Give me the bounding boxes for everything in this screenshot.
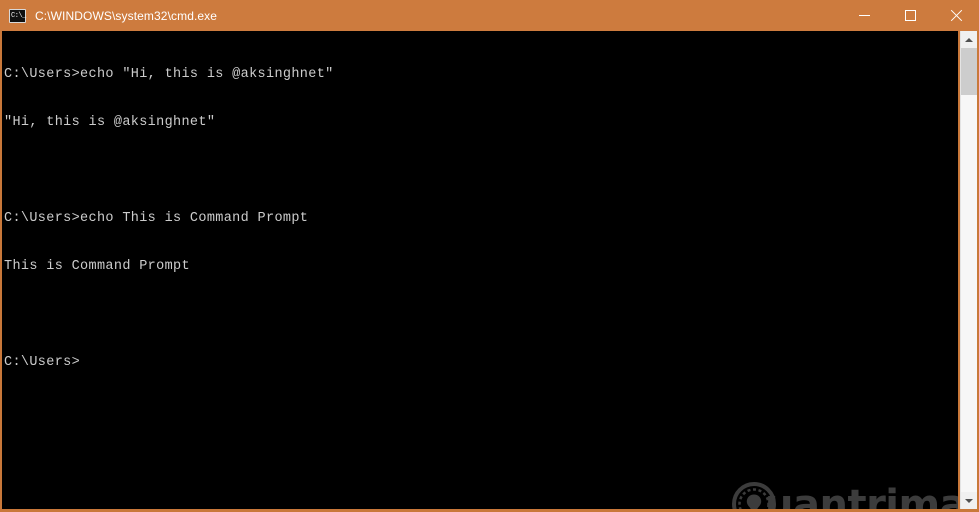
console-output-area[interactable]: C:\Users>echo "Hi, this is @aksinghnet" … [2,31,958,509]
console-line: C:\Users>echo "Hi, this is @aksinghnet" [4,67,334,82]
cmd-window: C:\WINDOWS\system32\cmd.exe C:\Users>ech… [0,0,979,512]
minimize-icon [858,15,870,16]
maximize-icon [904,10,916,21]
minimize-button[interactable] [841,0,887,31]
console-frame: C:\Users>echo "Hi, this is @aksinghnet" … [0,31,979,512]
scroll-down-arrow-icon [965,498,973,503]
cmd-console-icon [9,8,26,23]
scrollbar-thumb[interactable] [961,48,977,95]
scroll-up-button[interactable] [961,31,977,48]
console-line: "Hi, this is @aksinghnet" [4,115,216,130]
watermark-text: uantrimang [765,482,958,509]
watermark: uantrimang [730,479,958,509]
console-prompt-line: C:\Users> [4,355,81,370]
maximize-button[interactable] [887,0,933,31]
console-scrollbar[interactable] [960,31,977,509]
quantrimang-lightbulb-logo [730,481,778,509]
window-controls [841,0,979,31]
close-icon [950,9,963,22]
console-line: C:\Users>echo This is Command Prompt [4,211,309,226]
scroll-down-button[interactable] [961,492,977,509]
console-text: C:\Users>echo "Hi, this is @aksinghnet" … [4,35,334,403]
scrollbar-track[interactable] [961,48,977,492]
console-line: This is Command Prompt [4,259,190,274]
title-bar[interactable]: C:\WINDOWS\system32\cmd.exe [0,0,979,31]
window-title: C:\WINDOWS\system32\cmd.exe [35,8,218,23]
scroll-up-arrow-icon [965,37,973,42]
close-button[interactable] [933,0,979,31]
